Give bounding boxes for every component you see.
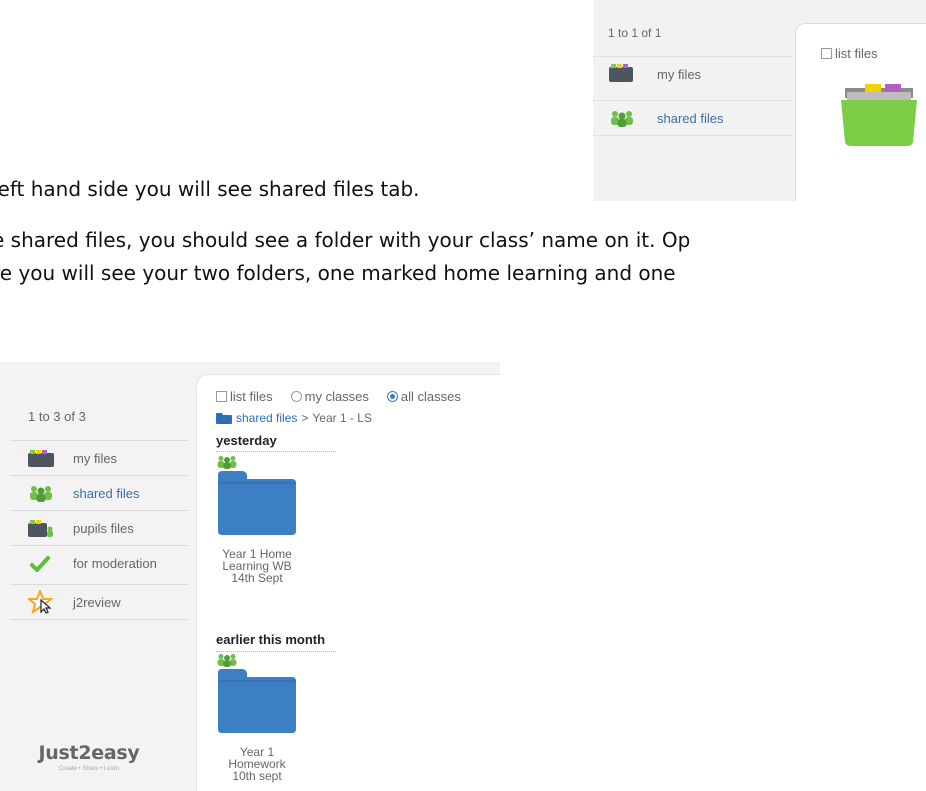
files-panel: list files my classes all classes shared… xyxy=(196,374,500,791)
instruction-line-3: re you will see your two folders, one ma… xyxy=(0,261,676,285)
checkbox-icon xyxy=(216,391,227,402)
section-heading-earlier-this-month: earlier this month xyxy=(216,632,326,647)
sidebar: 1 to 3 of 3 my files shared files pupils… xyxy=(0,362,190,791)
folder-icon xyxy=(218,669,296,733)
sidebar-divider xyxy=(10,619,188,620)
sidebar-item-label: j2review xyxy=(73,595,121,610)
files-panel: list files xyxy=(795,23,926,201)
option-label: my classes xyxy=(304,389,369,404)
option-label: all classes xyxy=(400,389,461,404)
folder-icon xyxy=(28,450,54,467)
caption-line: 14th Sept xyxy=(231,571,283,585)
checkbox-icon xyxy=(821,48,832,59)
list-files-checkbox[interactable]: list files xyxy=(216,389,273,404)
screenshot-shared-files-tab: 1 to 1 of 1 my files shared files list f… xyxy=(593,0,926,201)
folder-caption: Year 1 Homework 10th sept xyxy=(207,746,307,782)
sidebar-item-pupils-files[interactable]: pupils files xyxy=(10,510,188,546)
just2easy-logo: Just2easy Create • Share • Learn xyxy=(34,742,144,772)
people-icon xyxy=(611,111,633,127)
sidebar-item-shared-files[interactable]: shared files xyxy=(10,475,188,511)
sidebar-item-label: pupils files xyxy=(73,521,134,536)
shared-people-icon xyxy=(217,654,237,667)
section-divider xyxy=(216,651,336,652)
breadcrumb-current: Year 1 - LS xyxy=(312,411,372,425)
section-divider xyxy=(216,451,336,452)
checkmark-icon xyxy=(30,556,50,572)
caption-line: 10th sept xyxy=(232,769,282,783)
screenshot-class-folder: 1 to 3 of 3 my files shared files pupils… xyxy=(0,362,500,791)
list-files-checkbox[interactable]: list files xyxy=(821,46,878,61)
sidebar-item-j2review[interactable]: j2review xyxy=(10,584,188,620)
folder-year-1-home-learning[interactable]: Year 1 Home Learning WB 14th Sept xyxy=(207,469,307,584)
breadcrumb-shared-files-link[interactable]: shared files xyxy=(236,411,297,425)
sidebar-item-shared-files[interactable]: shared files xyxy=(593,100,793,136)
sidebar-item-label: for moderation xyxy=(73,556,157,571)
my-classes-radio[interactable]: my classes xyxy=(290,389,369,404)
breadcrumb-separator: > xyxy=(301,411,309,425)
sidebar-item-label: my files xyxy=(73,451,118,466)
star-cursor-icon xyxy=(28,590,54,614)
file-count: 1 to 1 of 1 xyxy=(608,26,662,40)
radio-icon xyxy=(290,391,302,402)
option-label: list files xyxy=(230,389,273,404)
sidebar-item-label: shared files xyxy=(657,110,724,126)
breadcrumb: shared files > Year 1 - LS xyxy=(216,411,372,425)
section-heading-yesterday: yesterday xyxy=(216,433,277,448)
sidebar-item-my-files[interactable]: my files xyxy=(10,440,188,476)
view-options: list files my classes all classes xyxy=(216,389,461,404)
sidebar-item-label: my files xyxy=(657,66,702,82)
shared-people-icon xyxy=(217,456,237,469)
logo-tagline: Create • Share • Learn xyxy=(58,766,120,772)
pupil-folder-icon xyxy=(28,520,53,537)
folder-icon xyxy=(218,471,296,535)
people-icon xyxy=(30,486,52,502)
sidebar-item-for-moderation[interactable]: for moderation xyxy=(10,545,188,581)
all-classes-radio[interactable]: all classes xyxy=(386,389,461,404)
folder-icon xyxy=(216,412,232,424)
folder-year-1-homework[interactable]: Year 1 Homework 10th sept xyxy=(207,667,307,782)
folder-icon xyxy=(609,64,633,82)
sidebar-item-label: shared files xyxy=(73,486,140,501)
radio-selected-icon xyxy=(386,391,398,402)
instruction-line-1: left hand side you will see shared files… xyxy=(0,177,420,201)
sidebar-item-my-files[interactable]: my files xyxy=(593,56,793,91)
folder-caption: Year 1 Home Learning WB 14th Sept xyxy=(207,548,307,584)
logo-brand: Just2easy xyxy=(38,742,140,764)
file-count: 1 to 3 of 3 xyxy=(28,409,86,424)
instruction-line-2: e shared files, you should see a folder … xyxy=(0,228,691,252)
checkbox-label: list files xyxy=(835,46,878,61)
class-folder-icon[interactable] xyxy=(839,82,919,146)
